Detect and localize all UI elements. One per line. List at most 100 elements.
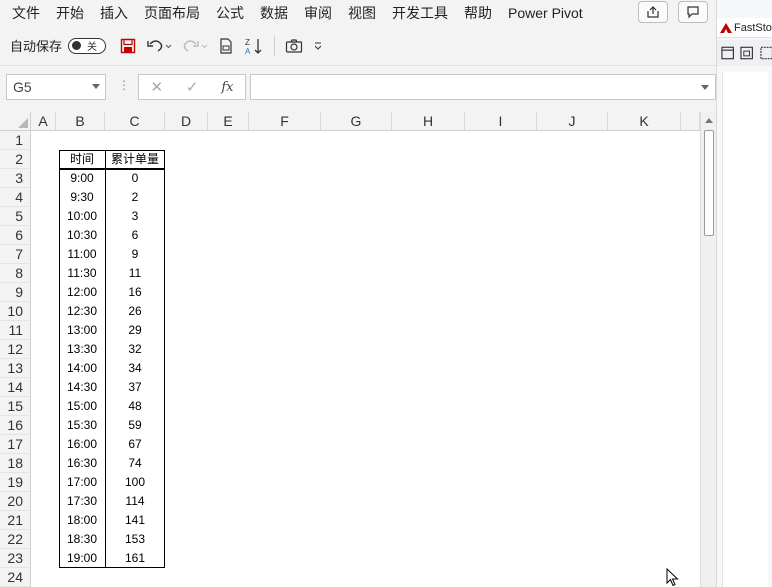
scrollbar-thumb[interactable] (704, 130, 714, 236)
column-header-g[interactable]: G (321, 112, 392, 131)
share-button[interactable] (638, 1, 668, 23)
undo-button[interactable] (146, 34, 172, 58)
row-header[interactable]: 16 (0, 416, 31, 435)
row-header[interactable]: 8 (0, 264, 31, 283)
column-header-f[interactable]: F (249, 112, 321, 131)
table-cell[interactable]: 9:30 (59, 188, 105, 207)
autosave-toggle[interactable]: 关 (68, 37, 107, 54)
menu-item[interactable]: Power Pivot (500, 0, 591, 26)
table-cell[interactable]: 16:30 (59, 454, 105, 473)
table-cell[interactable]: 0 (105, 169, 165, 188)
menu-item[interactable]: 开发工具 (384, 0, 456, 26)
table-cell[interactable]: 37 (105, 378, 165, 397)
table-header-cell[interactable]: 时间 (59, 150, 105, 169)
row-header[interactable]: 19 (0, 473, 31, 492)
table-cell[interactable]: 3 (105, 207, 165, 226)
table-cell[interactable]: 59 (105, 416, 165, 435)
table-cell[interactable]: 9:00 (59, 169, 105, 188)
table-cell[interactable]: 100 (105, 473, 165, 492)
table-cell[interactable]: 141 (105, 511, 165, 530)
table-cell[interactable]: 10:30 (59, 226, 105, 245)
table-cell[interactable]: 11 (105, 264, 165, 283)
menu-item[interactable]: 公式 (208, 0, 252, 26)
row-header[interactable]: 12 (0, 340, 31, 359)
row-header[interactable]: 4 (0, 188, 31, 207)
row-header[interactable]: 23 (0, 549, 31, 568)
grid-icon[interactable] (760, 46, 772, 60)
table-cell[interactable]: 11:30 (59, 264, 105, 283)
table-header-cell[interactable]: 累计单量 (105, 150, 165, 169)
sort-ascending-button[interactable]: ZA (244, 34, 264, 58)
scroll-up-icon[interactable] (705, 118, 713, 123)
row-header[interactable]: 2 (0, 150, 31, 169)
row-header[interactable]: 20 (0, 492, 31, 511)
confirm-icon[interactable]: ✓ (186, 78, 199, 96)
row-header[interactable]: 9 (0, 283, 31, 302)
column-header-h[interactable]: H (392, 112, 465, 131)
restore-icon[interactable] (740, 46, 754, 60)
table-cell[interactable]: 29 (105, 321, 165, 340)
table-cell[interactable]: 114 (105, 492, 165, 511)
table-cell[interactable]: 48 (105, 397, 165, 416)
select-all-button[interactable] (0, 112, 31, 131)
column-header-k[interactable]: K (608, 112, 681, 131)
customize-toolbar-button[interactable] (313, 34, 323, 58)
table-cell[interactable]: 16:00 (59, 435, 105, 454)
table-cell[interactable]: 18:30 (59, 530, 105, 549)
formula-input[interactable] (250, 74, 716, 100)
table-cell[interactable]: 12:00 (59, 283, 105, 302)
menu-item[interactable]: 审阅 (296, 0, 340, 26)
table-cell[interactable]: 14:00 (59, 359, 105, 378)
comments-button[interactable] (678, 1, 708, 23)
column-header-b[interactable]: B (56, 112, 105, 131)
row-header[interactable]: 13 (0, 359, 31, 378)
table-cell[interactable]: 13:00 (59, 321, 105, 340)
table-cell[interactable]: 12:30 (59, 302, 105, 321)
row-header[interactable]: 21 (0, 511, 31, 530)
table-cell[interactable]: 18:00 (59, 511, 105, 530)
print-preview-button[interactable] (218, 34, 234, 58)
menu-item[interactable]: 文件 (0, 0, 48, 26)
name-box[interactable]: G5 (6, 74, 106, 100)
table-cell[interactable]: 34 (105, 359, 165, 378)
table-cell[interactable]: 2 (105, 188, 165, 207)
table-cell[interactable]: 11:00 (59, 245, 105, 264)
table-cell[interactable]: 153 (105, 530, 165, 549)
column-header-i[interactable]: I (465, 112, 537, 131)
table-cell[interactable]: 17:00 (59, 473, 105, 492)
menu-item[interactable]: 帮助 (456, 0, 500, 26)
row-header[interactable]: 18 (0, 454, 31, 473)
table-cell[interactable]: 26 (105, 302, 165, 321)
save-button[interactable] (120, 34, 136, 58)
table-cell[interactable]: 32 (105, 340, 165, 359)
chevron-down-icon[interactable] (92, 84, 100, 89)
table-cell[interactable]: 19:00 (59, 549, 105, 568)
column-header-c[interactable]: C (105, 112, 165, 131)
cancel-icon[interactable]: ✕ (150, 78, 163, 96)
row-header[interactable]: 17 (0, 435, 31, 454)
row-header[interactable]: 15 (0, 397, 31, 416)
vertical-scrollbar[interactable] (700, 112, 716, 587)
row-header[interactable]: 10 (0, 302, 31, 321)
column-header-a[interactable]: A (31, 112, 56, 131)
side-panel-header[interactable]: FastSto (717, 18, 772, 38)
table-cell[interactable]: 17:30 (59, 492, 105, 511)
table-cell[interactable]: 74 (105, 454, 165, 473)
expand-formula-icon[interactable] (701, 85, 709, 90)
menu-item[interactable]: 开始 (48, 0, 92, 26)
camera-button[interactable] (285, 34, 303, 58)
row-header[interactable]: 11 (0, 321, 31, 340)
table-cell[interactable]: 6 (105, 226, 165, 245)
row-header[interactable]: 6 (0, 226, 31, 245)
drag-handle-icon[interactable]: ⋮ (118, 78, 130, 92)
column-header-j[interactable]: J (537, 112, 608, 131)
redo-button[interactable] (182, 34, 208, 58)
table-cell[interactable]: 9 (105, 245, 165, 264)
row-header[interactable]: 24 (0, 568, 31, 587)
column-header-d[interactable]: D (165, 112, 208, 131)
menu-item[interactable]: 页面布局 (136, 0, 208, 26)
table-cell[interactable]: 15:00 (59, 397, 105, 416)
row-header[interactable]: 14 (0, 378, 31, 397)
table-cell[interactable]: 13:30 (59, 340, 105, 359)
row-header[interactable]: 22 (0, 530, 31, 549)
